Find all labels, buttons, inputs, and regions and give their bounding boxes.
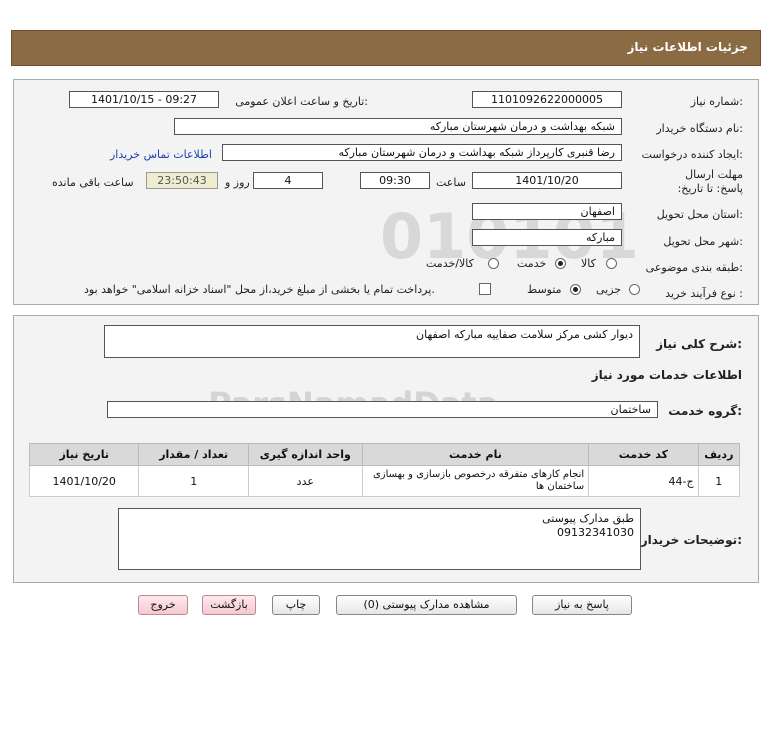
process-option-medium: متوسط [527, 283, 562, 296]
announce-field: 1401/10/15 - 09:27 [69, 91, 219, 108]
remaining-label: ساعت باقی مانده [52, 176, 134, 189]
page-header: جزئیات اطلاعات نیاز [11, 30, 761, 66]
process-option-minor: جزیی [596, 283, 622, 296]
buyer-notes-line2: 09132341030 [557, 526, 634, 539]
col-code-header: کد خدمت [588, 443, 699, 466]
back-button[interactable]: بازگشت [202, 595, 256, 615]
process-radio-minor[interactable] [629, 284, 640, 295]
remaining-time-field: 23:50:43 [146, 172, 218, 189]
services-table: ردیف کد خدمت نام خدمت واحد اندازه گیری ت… [28, 443, 741, 497]
page-title: جزئیات اطلاعات نیاز [627, 40, 748, 54]
days-label: روز و [225, 176, 250, 189]
process-label: نوع فرآیند خرید : [665, 287, 743, 300]
view-attachments-button[interactable]: مشاهده مدارک پیوستی (0) [336, 595, 517, 615]
category-option-goods: کالا [581, 257, 596, 270]
cell-name: انجام کارهای متفرقه درخصوص بازسازی و بهس… [361, 465, 590, 497]
buyer-notes-label: توضیحات خریدار: [640, 533, 742, 547]
requester-field: رضا قنبری کارپرداز شبکه بهداشت و درمان ش… [222, 144, 622, 161]
category-radio-goods[interactable] [606, 258, 617, 269]
city-label: شهر محل تحویل: [663, 235, 743, 248]
need-number-label: شماره نیاز: [690, 95, 743, 108]
treasury-payment-checkbox[interactable] [479, 283, 491, 295]
summary-field: دیوار کشی مرکز سلامت صفاییه مبارکه اصفها… [104, 325, 640, 358]
category-radio-service[interactable] [555, 258, 566, 269]
col-unit-header: واحد اندازه گیری [247, 443, 363, 466]
requester-label: ایجاد کننده درخواست: [641, 148, 743, 161]
services-section-title: اطلاعات خدمات مورد نیاز [591, 368, 742, 382]
buyer-notes-field: طبق مدارک پیوستی 09132341030 [118, 508, 641, 570]
days-field: 4 [253, 172, 323, 189]
treasury-payment-note: پرداخت تمام یا بخشی از مبلغ خرید،از محل … [84, 283, 435, 296]
process-radio-medium[interactable] [570, 284, 581, 295]
col-row-header: ردیف [697, 443, 741, 466]
col-name-header: نام خدمت [361, 443, 590, 466]
cell-row: 1 [697, 465, 741, 497]
category-option-service: خدمت [517, 257, 547, 270]
city-field: مبارکه [472, 229, 622, 246]
cell-unit: عدد [247, 465, 363, 497]
buyer-contact-link[interactable]: اطلاعات تماس خریدار [110, 148, 212, 161]
print-button[interactable]: چاپ [272, 595, 320, 615]
category-option-goods-service: کالا/خدمت [426, 257, 474, 270]
deadline-label: مهلت ارسال پاسخ: تا تاریخ: [677, 168, 743, 195]
cell-date: 1401/10/20 [28, 465, 140, 497]
cell-code: ج-44 [588, 465, 699, 497]
deadline-date-field: 1401/10/20 [472, 172, 622, 189]
buyer-notes-line1: طبق مدارک پیوستی [542, 512, 634, 525]
service-group-label: گروه خدمت: [668, 404, 742, 418]
province-label: استان محل تحویل: [656, 208, 743, 221]
exit-button[interactable]: خروج [138, 595, 188, 615]
service-group-field: ساختمان [107, 401, 658, 418]
announce-label: تاریخ و ساعت اعلان عمومی: [235, 95, 368, 108]
province-field: اصفهان [472, 203, 622, 220]
deadline-time-label: ساعت [436, 176, 466, 189]
col-date-header: تاریخ نیاز [28, 443, 140, 466]
table-row: 1 ج-44 انجام کارهای متفرقه درخصوص بازساز… [28, 465, 741, 497]
reply-button[interactable]: پاسخ به نیاز [532, 595, 632, 615]
category-radio-goods-service[interactable] [488, 258, 499, 269]
col-qty-header: تعداد / مقدار [138, 443, 249, 466]
need-number-field: 1101092622000005 [472, 91, 622, 108]
buyer-org-label: نام دستگاه خریدار: [656, 122, 743, 135]
category-label: طبقه بندی موضوعی: [645, 261, 743, 274]
buyer-org-field: شبکه بهداشت و درمان شهرستان مبارکه [174, 118, 622, 135]
cell-qty: 1 [138, 465, 249, 497]
deadline-time-field: 09:30 [360, 172, 430, 189]
summary-label: شرح کلی نیاز: [656, 337, 742, 351]
